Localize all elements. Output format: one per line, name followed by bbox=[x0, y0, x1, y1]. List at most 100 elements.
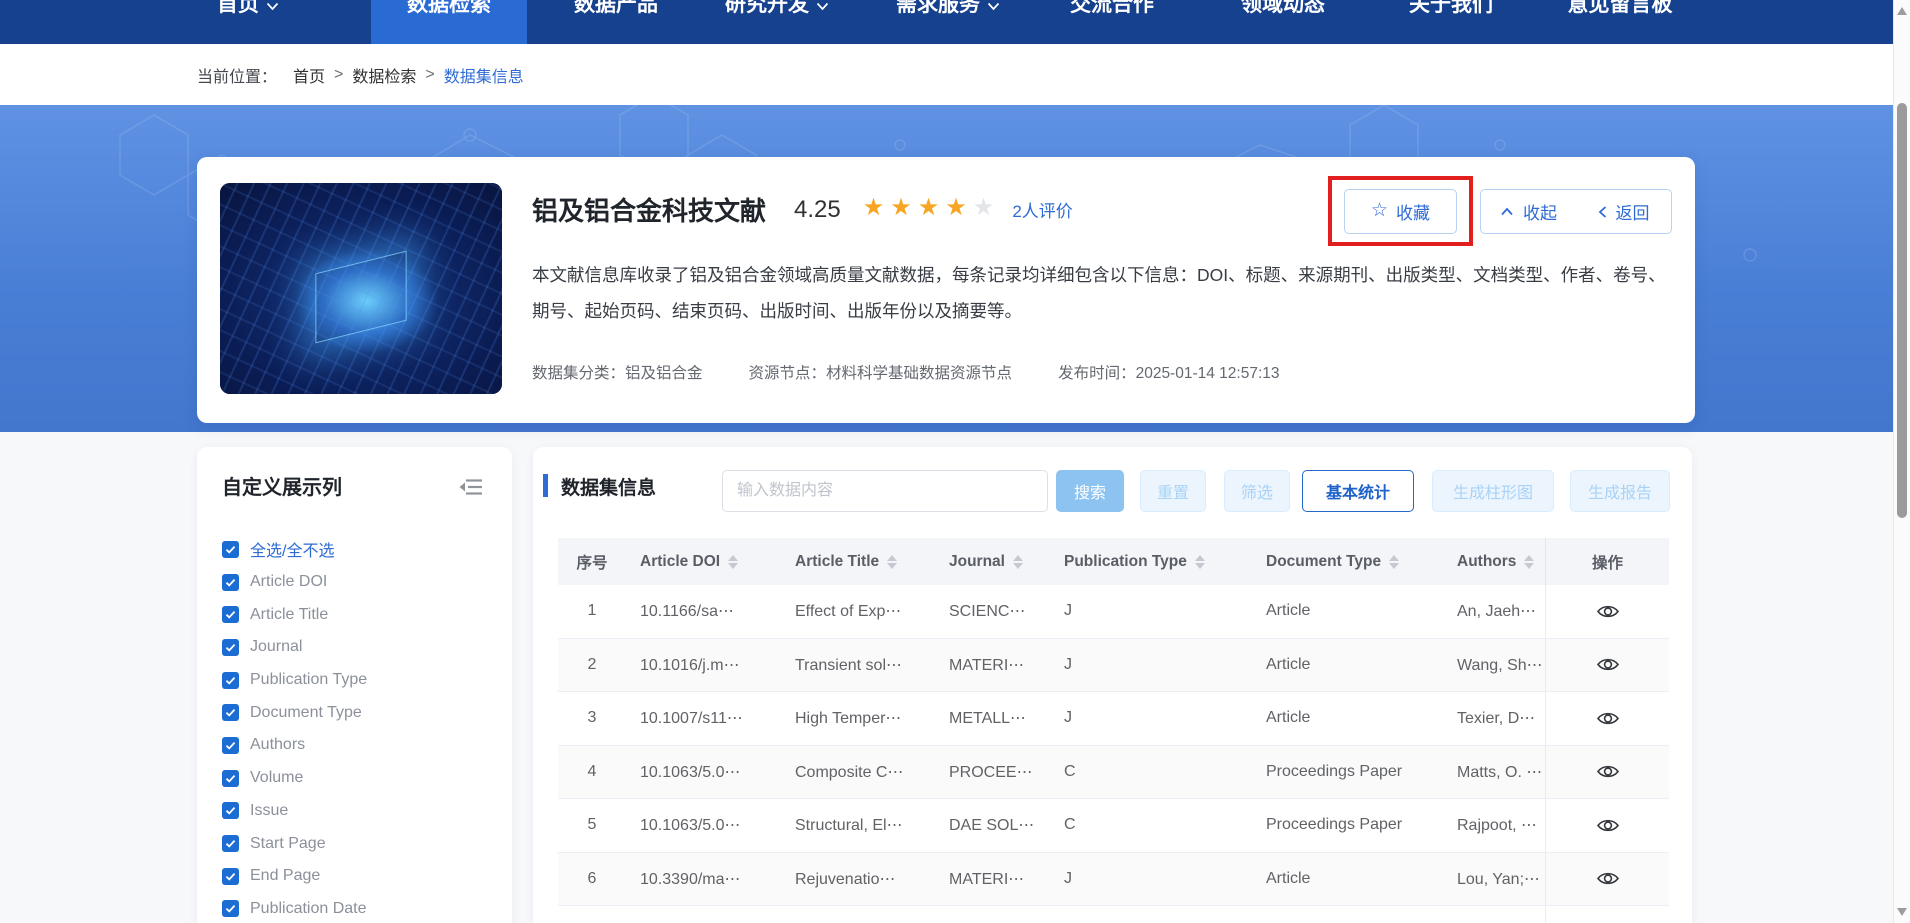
column-toggle-row[interactable]: Document Type bbox=[222, 696, 504, 729]
breadcrumb-separator: > bbox=[334, 66, 343, 84]
sort-carets-icon[interactable] bbox=[1524, 555, 1534, 569]
view-eye-icon[interactable] bbox=[1596, 656, 1620, 673]
table-header-2[interactable]: Article DOI bbox=[626, 538, 781, 585]
nav-item-4[interactable]: 研究开发 bbox=[689, 0, 865, 44]
checkbox-checked-icon[interactable] bbox=[222, 900, 239, 917]
cell-doi: 10.1063/5.0⋯ bbox=[626, 799, 781, 852]
table-header-4[interactable]: Journal bbox=[935, 538, 1050, 585]
checkbox-checked-icon[interactable] bbox=[222, 672, 239, 689]
sort-carets-icon[interactable] bbox=[1195, 555, 1205, 569]
cell-actions bbox=[1545, 639, 1669, 692]
chevron-left-icon bbox=[1598, 205, 1607, 219]
column-toggle-row[interactable]: Article DOI bbox=[222, 566, 504, 599]
nav-item-3[interactable]: 数据产品 bbox=[538, 0, 694, 44]
nav-item-1[interactable]: 首页 bbox=[181, 0, 315, 44]
checkbox-checked-icon[interactable] bbox=[222, 704, 239, 721]
nav-item-7[interactable]: 领域动态 bbox=[1205, 0, 1361, 44]
table-header-7[interactable]: Authors bbox=[1443, 538, 1545, 585]
table-row: 510.1063/5.0⋯Structural, El⋯DAE SOL⋯CPro… bbox=[558, 799, 1669, 853]
checkbox-checked-icon[interactable] bbox=[222, 802, 239, 819]
cell-journal: SURFAC⋯ bbox=[935, 906, 1050, 923]
column-toggle-row[interactable]: End Page bbox=[222, 860, 504, 893]
checkbox-checked-icon[interactable] bbox=[222, 737, 239, 754]
filter-button[interactable]: 筛选 bbox=[1224, 470, 1290, 512]
generate-bar-chart-button[interactable]: 生成柱形图 bbox=[1432, 470, 1554, 512]
cell-doi: 10.1166/sa⋯ bbox=[626, 585, 781, 638]
nav-item-8[interactable]: 关于我们 bbox=[1373, 0, 1529, 44]
star-icon[interactable]: ★ bbox=[918, 194, 946, 221]
dataset-meta-row: 数据集分类：铝及铝合金资源节点：材料科学基础数据资源节点发布时间：2025-01… bbox=[532, 361, 1326, 383]
sort-carets-icon[interactable] bbox=[728, 555, 738, 569]
scrollbar-thumb[interactable] bbox=[1897, 103, 1907, 518]
back-button[interactable]: 返回 bbox=[1576, 190, 1671, 233]
column-toggle-row[interactable]: Publication Date bbox=[222, 893, 504, 923]
star-icon[interactable]: ★ bbox=[890, 194, 918, 221]
column-toggle-row[interactable]: Volume bbox=[222, 762, 504, 795]
collapse-button-label: 收起 bbox=[1523, 199, 1557, 224]
view-eye-icon[interactable] bbox=[1596, 710, 1620, 727]
table-row: 310.1007/s11⋯High Temper⋯METALL⋯JArticle… bbox=[558, 692, 1669, 746]
generate-report-button[interactable]: 生成报告 bbox=[1570, 470, 1670, 512]
scroll-up-arrow-icon[interactable] bbox=[1897, 7, 1907, 15]
search-button[interactable]: 搜索 bbox=[1056, 470, 1124, 512]
table-body: 110.1166/sa⋯Effect of Exp⋯SCIENC⋯JArticl… bbox=[558, 585, 1669, 923]
sort-carets-icon[interactable] bbox=[887, 555, 897, 569]
view-eye-icon[interactable] bbox=[1596, 817, 1620, 834]
table-toolbar: 搜索 重置 筛选 基本统计 生成柱形图 生成报告 bbox=[722, 470, 1670, 512]
scroll-down-arrow-icon[interactable] bbox=[1897, 908, 1907, 916]
column-toggle-row[interactable]: Start Page bbox=[222, 827, 504, 860]
checkbox-checked-icon[interactable] bbox=[222, 606, 239, 623]
column-toggle-row[interactable]: Issue bbox=[222, 795, 504, 828]
table-header-6[interactable]: Document Type bbox=[1252, 538, 1443, 585]
table-header-row: 序号Article DOIArticle TitleJournalPublica… bbox=[558, 538, 1669, 585]
checkbox-checked-icon[interactable] bbox=[222, 639, 239, 656]
nav-item-6[interactable]: 交流合作 bbox=[1034, 0, 1190, 44]
column-toggle-row[interactable]: Authors bbox=[222, 729, 504, 762]
search-input[interactable] bbox=[722, 470, 1048, 512]
star-icon[interactable]: ★ bbox=[973, 194, 1001, 221]
panel-fold-icon[interactable] bbox=[458, 477, 484, 502]
basic-stats-button[interactable]: 基本统计 bbox=[1302, 470, 1414, 512]
chevron-up-icon bbox=[1500, 207, 1514, 216]
sort-carets-icon[interactable] bbox=[1013, 555, 1023, 569]
view-eye-icon[interactable] bbox=[1596, 870, 1620, 887]
checkbox-checked-icon[interactable] bbox=[222, 868, 239, 885]
breadcrumb-item[interactable]: 首页 bbox=[293, 63, 325, 87]
checkbox-checked-icon[interactable] bbox=[222, 541, 239, 558]
collapse-button[interactable]: 收起 bbox=[1481, 190, 1576, 233]
cell-pub_type: J bbox=[1050, 692, 1252, 745]
table-header-3[interactable]: Article Title bbox=[781, 538, 935, 585]
star-icon[interactable]: ★ bbox=[863, 194, 891, 221]
select-all-row[interactable]: 全选/全不选 bbox=[222, 533, 504, 566]
cell-authors: Matts, O. ⋯ bbox=[1443, 746, 1545, 799]
checkbox-checked-icon[interactable] bbox=[222, 770, 239, 787]
breadcrumb-item[interactable]: 数据检索 bbox=[352, 63, 416, 87]
view-eye-icon[interactable] bbox=[1596, 763, 1620, 780]
scrollbar[interactable] bbox=[1893, 0, 1910, 923]
breadcrumb-item[interactable]: 数据集信息 bbox=[444, 63, 524, 87]
column-toggle-row[interactable]: Article Title bbox=[222, 598, 504, 631]
column-toggle-row[interactable]: Publication Type bbox=[222, 664, 504, 697]
rating-count-link[interactable]: 2人评价 bbox=[1012, 197, 1072, 222]
dataset-meta-item: 发布时间：2025-01-14 12:57:13 bbox=[1058, 361, 1279, 383]
nav-item-9[interactable]: 意见留言板 bbox=[1532, 0, 1709, 44]
checkbox-checked-icon[interactable] bbox=[222, 574, 239, 591]
chevron-down-icon bbox=[987, 2, 1000, 11]
cell-pub_type: J bbox=[1050, 853, 1252, 906]
cell-no: 4 bbox=[558, 746, 626, 799]
view-eye-icon[interactable] bbox=[1596, 603, 1620, 620]
reset-button[interactable]: 重置 bbox=[1140, 470, 1206, 512]
cell-authors: Rajpoot, ⋯ bbox=[1443, 799, 1545, 852]
sort-carets-icon[interactable] bbox=[1389, 555, 1399, 569]
cell-no: 5 bbox=[558, 799, 626, 852]
column-toggle-row[interactable]: Journal bbox=[222, 631, 504, 664]
cell-doc_type: Article bbox=[1252, 906, 1443, 923]
star-icon[interactable]: ★ bbox=[945, 194, 973, 221]
nav-item-2[interactable]: 数据检索 bbox=[371, 0, 527, 44]
table-header-5[interactable]: Publication Type bbox=[1050, 538, 1252, 585]
select-all-label: 全选/全不选 bbox=[250, 537, 334, 561]
nav-item-5[interactable]: 需求服务 bbox=[860, 0, 1036, 44]
cell-actions bbox=[1545, 853, 1669, 906]
nav-item-label: 首页 bbox=[217, 0, 259, 19]
checkbox-checked-icon[interactable] bbox=[222, 835, 239, 852]
